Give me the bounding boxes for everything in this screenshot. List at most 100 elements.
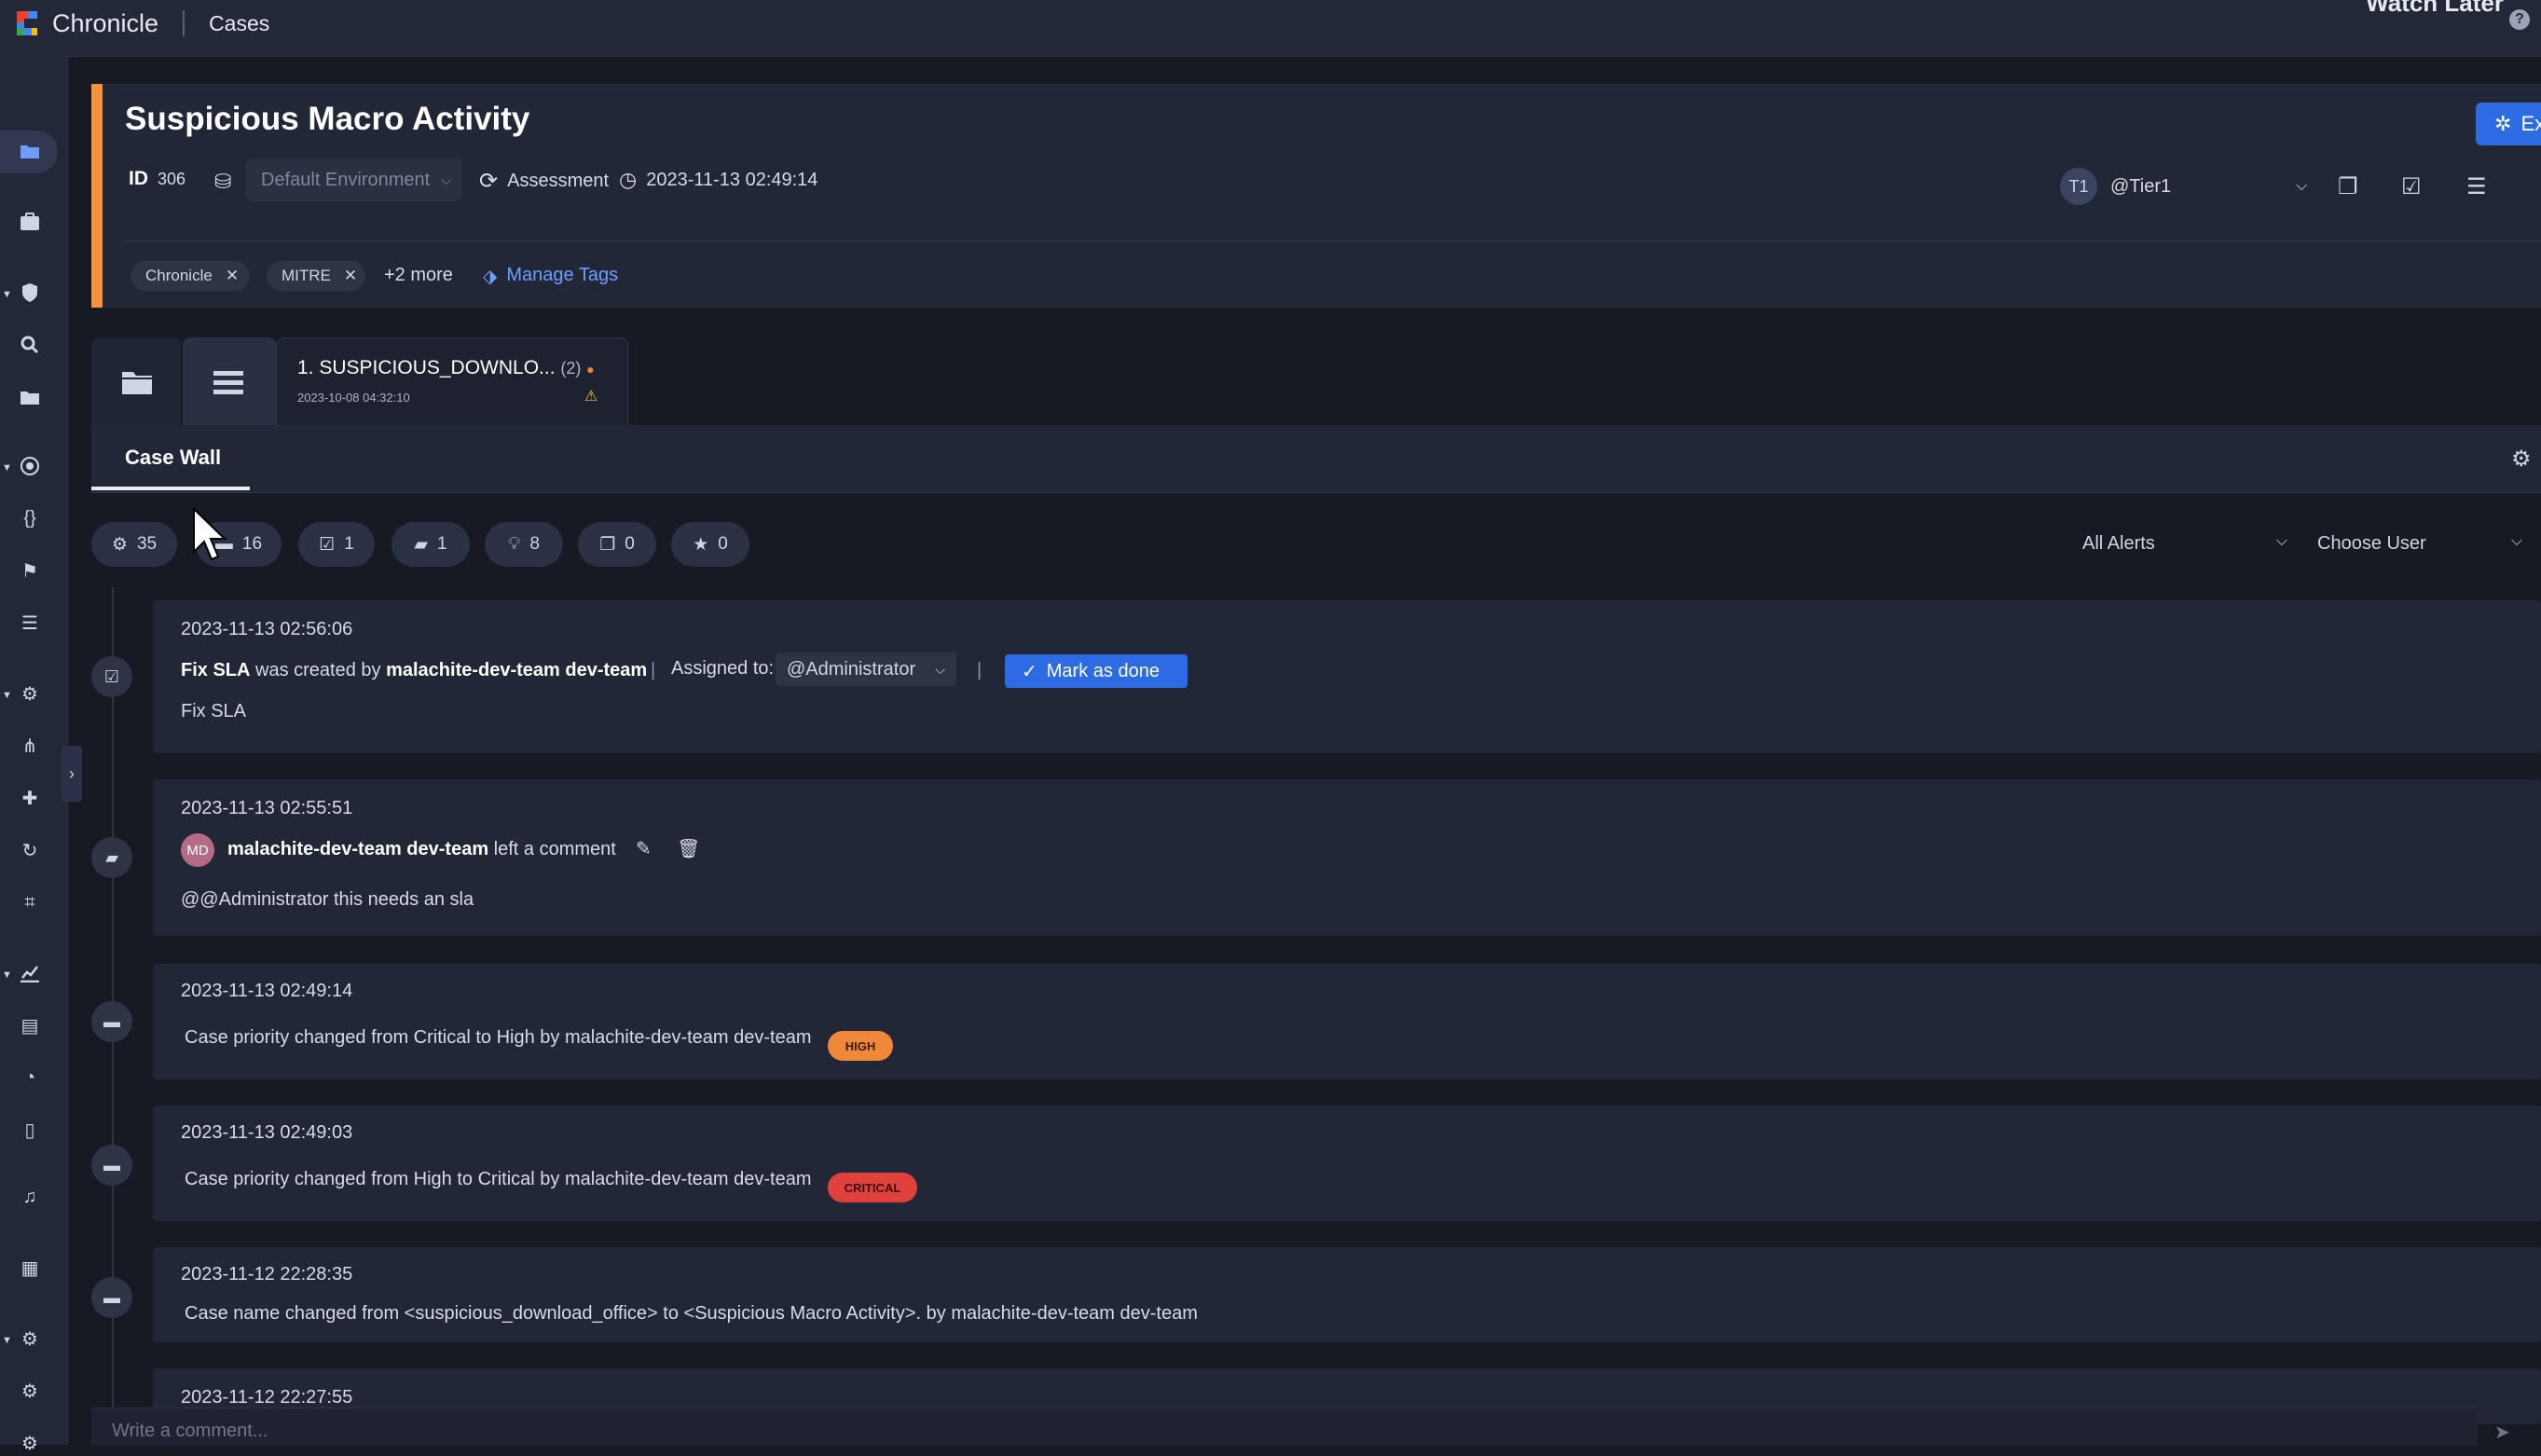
workdesk-icon[interactable] bbox=[17, 209, 43, 235]
manage-tags-link[interactable]: ⬗ Manage Tags bbox=[483, 265, 618, 288]
folder-icon bbox=[122, 372, 152, 394]
case-id-label: ID bbox=[129, 168, 148, 189]
bell-icon[interactable]: ♫ bbox=[17, 1184, 43, 1210]
chip-count: 35 bbox=[136, 534, 158, 554]
list-detail-icon bbox=[213, 371, 243, 394]
reports-icon[interactable]: ▤ bbox=[17, 1012, 43, 1038]
chevron-down-icon: ⌵ bbox=[2275, 533, 2287, 549]
execute-button[interactable]: ✲ Ex bbox=[2476, 103, 2541, 145]
tab-case-wall-label[interactable]: Case Wall bbox=[125, 446, 221, 470]
wall-settings-icon[interactable]: ⚙ bbox=[2511, 446, 2532, 473]
task-assignee-value: @Administrator bbox=[787, 658, 916, 680]
priority-accent-bar bbox=[91, 84, 103, 308]
comment-action: left a comment bbox=[493, 839, 616, 859]
tag-chip[interactable]: MITRE ✕ bbox=[267, 261, 365, 291]
puzzle-icon[interactable]: ✚ bbox=[17, 785, 43, 811]
breadcrumb-cases[interactable]: Cases bbox=[209, 11, 269, 36]
search-icon[interactable] bbox=[17, 332, 43, 358]
check-icon: ✓ bbox=[1022, 661, 1037, 682]
alert-count: (2) bbox=[560, 359, 582, 378]
delete-icon[interactable]: 🗑︎ bbox=[677, 837, 700, 860]
section-caret-icon[interactable]: ▼ bbox=[2, 1335, 12, 1346]
filter-chip-insights[interactable]: 💡︎ 8 bbox=[485, 522, 563, 567]
shield-icon[interactable] bbox=[17, 280, 43, 306]
filter-chip-favorites[interactable]: ★ 0 bbox=[671, 522, 749, 567]
edit-icon[interactable]: ✎ bbox=[636, 837, 652, 860]
list-icon[interactable]: ☰ bbox=[17, 610, 43, 636]
folder-icon: ▬ bbox=[91, 1277, 132, 1318]
dashboard-icon[interactable]: ◔ bbox=[17, 1065, 43, 1091]
rail-expand-toggle[interactable]: › bbox=[62, 746, 82, 802]
settings-icon[interactable]: ⚙ bbox=[17, 680, 43, 707]
assigned-label: Assigned to: bbox=[671, 658, 775, 679]
clock-icon: ◷ bbox=[619, 168, 638, 191]
section-caret-icon[interactable]: ▼ bbox=[2, 690, 12, 701]
watch-later-label[interactable]: Watch Later bbox=[2366, 0, 2504, 18]
alerts-filter-dropdown[interactable]: All Alerts ⌵ bbox=[2082, 533, 2287, 555]
comment-input[interactable]: Write a comment... bbox=[112, 1421, 268, 1442]
task-name[interactable]: Fix SLA bbox=[181, 660, 250, 680]
header-divider bbox=[125, 240, 2541, 241]
code-braces-icon[interactable]: {} bbox=[17, 505, 43, 531]
ide-icon[interactable]: ⌗ bbox=[17, 889, 43, 915]
folder-search-icon[interactable] bbox=[17, 384, 43, 410]
user-filter-dropdown[interactable]: Choose User ⌵ bbox=[2317, 533, 2522, 555]
send-icon[interactable]: ➤ bbox=[2494, 1421, 2510, 1444]
section-caret-icon[interactable]: ▼ bbox=[2, 969, 12, 981]
mark-as-done-label: Mark as done bbox=[1046, 660, 1160, 681]
admin-settings-icon[interactable]: ⚙ bbox=[17, 1326, 43, 1352]
timeline-card-priority: 2023-11-13 02:49:03 Case priority change… bbox=[153, 1106, 2541, 1221]
tab-case-wall[interactable] bbox=[183, 337, 276, 427]
tag-chip[interactable]: Chronicle ✕ bbox=[130, 261, 250, 291]
gear-icon[interactable]: ⚙ bbox=[17, 1430, 43, 1456]
task-assignee-select[interactable]: @Administrator ⌵ bbox=[776, 652, 956, 686]
playbook-icon[interactable]: ⋔ bbox=[17, 733, 43, 759]
folder-check-icon[interactable]: ☑ bbox=[2401, 173, 2422, 200]
task-body: Fix SLA bbox=[181, 701, 247, 721]
chat-icon: ❐ bbox=[599, 534, 616, 555]
mark-as-done-button[interactable]: ✓ Mark as done bbox=[1005, 654, 1188, 688]
document-icon[interactable]: ▯ bbox=[17, 1117, 43, 1143]
assignee-select[interactable]: T1 @Tier1 ⌵ bbox=[2060, 168, 2307, 205]
brand-divider bbox=[183, 10, 185, 36]
filter-chip-comments[interactable]: ▰ 1 bbox=[391, 522, 470, 567]
environment-select[interactable]: Default Environment ⌵ bbox=[246, 158, 462, 201]
filter-chip-tasks[interactable]: ☑ 1 bbox=[298, 522, 375, 567]
event-body: Case priority changed from High to Criti… bbox=[185, 1169, 812, 1189]
cases-icon[interactable] bbox=[17, 138, 43, 164]
close-icon[interactable]: ✕ bbox=[226, 267, 239, 285]
case-stage[interactable]: ⟳ Assessment bbox=[479, 168, 609, 195]
gear-icon[interactable]: ⚙ bbox=[17, 1378, 43, 1404]
case-id: ID 306 bbox=[129, 168, 185, 190]
help-icon[interactable]: ? bbox=[2509, 9, 2530, 30]
star-icon: ★ bbox=[693, 534, 709, 555]
section-caret-icon[interactable]: ▼ bbox=[2, 289, 12, 300]
event-body: Case priority changed from Critical to H… bbox=[185, 1027, 812, 1048]
chat-icon[interactable]: ❐ bbox=[2338, 173, 2358, 200]
section-caret-icon[interactable]: ▼ bbox=[2, 462, 12, 474]
divider: | bbox=[651, 660, 656, 680]
created-by-text: was created by bbox=[255, 660, 381, 680]
insight-icon: 💡︎ bbox=[508, 534, 521, 554]
chip-count: 0 bbox=[718, 534, 728, 554]
active-tab-underline bbox=[91, 487, 250, 490]
alerts-filter-value: All Alerts bbox=[2082, 533, 2155, 554]
filter-chip-activities[interactable]: ⚙ 35 bbox=[91, 522, 177, 567]
list-view-icon[interactable]: ☰ bbox=[2466, 173, 2487, 200]
priority-badge-high: HIGH bbox=[828, 1031, 893, 1061]
analytics-icon[interactable] bbox=[17, 960, 43, 986]
radar-icon[interactable] bbox=[17, 453, 43, 479]
brand[interactable]: Chronicle Cases bbox=[13, 7, 269, 39]
refresh-icon[interactable]: ↻ bbox=[17, 837, 43, 863]
tab-alert[interactable]: 1. SUSPICIOUS_DOWNLO... (2) ● 2023-10-08… bbox=[276, 337, 628, 428]
event-date: 2023-11-13 02:56:06 bbox=[181, 619, 353, 639]
close-icon[interactable]: ✕ bbox=[344, 267, 357, 285]
marketplace-icon[interactable]: ▦ bbox=[17, 1255, 43, 1281]
flag-icon[interactable]: ⚑ bbox=[17, 557, 43, 584]
more-tags-link[interactable]: +2 more bbox=[384, 265, 453, 286]
avatar: MD bbox=[181, 833, 214, 867]
tab-case-overview[interactable] bbox=[91, 337, 181, 427]
chevron-down-icon: ⌵ bbox=[441, 172, 451, 187]
filter-chip-chats[interactable]: ❐ 0 bbox=[578, 522, 656, 567]
mouse-cursor-icon bbox=[193, 507, 227, 561]
